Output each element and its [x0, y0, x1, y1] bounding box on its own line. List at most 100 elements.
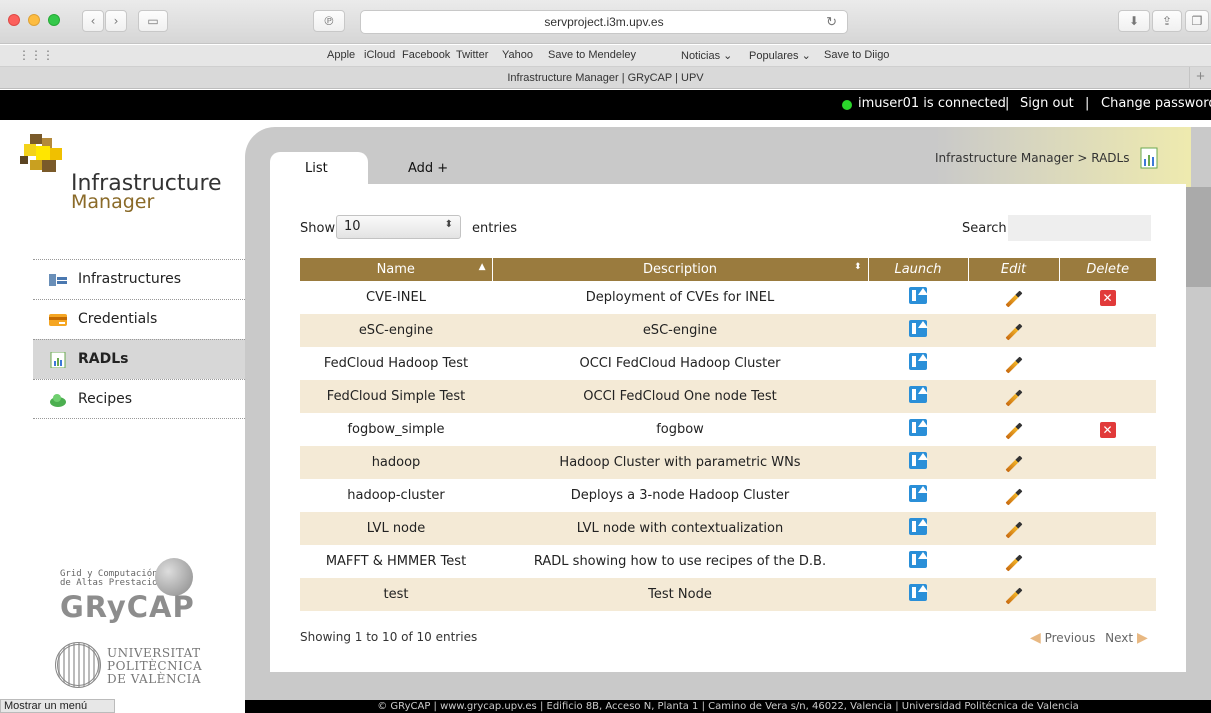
bookmark-item[interactable]: Facebook	[402, 49, 450, 61]
edit-pencil-icon[interactable]	[1005, 290, 1022, 308]
user-bar: imuser01 is connected | Sign out | Chang…	[0, 90, 1211, 120]
delete-icon[interactable]: ✕	[1099, 421, 1116, 438]
next-arrow-icon: ▶	[1136, 630, 1148, 646]
launch-icon[interactable]	[909, 551, 928, 568]
launch-icon[interactable]	[909, 419, 928, 436]
sidebar-item-label: RADLs	[78, 351, 129, 367]
search-input[interactable]	[1008, 215, 1151, 241]
pinterest-icon[interactable]: ℗	[313, 10, 345, 32]
sidebar-item-infrastructures[interactable]: Infrastructures	[33, 259, 245, 299]
bookmark-item[interactable]: Twitter	[456, 49, 488, 61]
radl-name-cell: eSC-engine	[300, 314, 492, 347]
entries-label: entries	[472, 221, 518, 236]
separator: |	[1005, 96, 1010, 111]
address-bar[interactable]: servproject.i3m.upv.es ↻	[360, 10, 848, 34]
edit-pencil-icon[interactable]	[1005, 521, 1022, 539]
launch-cell	[868, 413, 968, 446]
forward-icon[interactable]: ›	[105, 10, 127, 32]
table-row: CVE-INEL Deployment of CVEs for INEL ✕	[300, 281, 1156, 314]
next-button[interactable]: Next	[1105, 631, 1133, 645]
panel-scrollbar[interactable]	[1183, 187, 1211, 287]
reload-icon[interactable]: ↻	[826, 11, 837, 33]
launch-icon[interactable]	[909, 320, 928, 337]
edit-pencil-icon[interactable]	[1005, 488, 1022, 506]
edit-cell	[968, 446, 1059, 479]
table-row: test Test Node	[300, 578, 1156, 611]
column-label: Name	[376, 262, 415, 277]
sign-out-link[interactable]: Sign out	[1020, 96, 1074, 111]
page-size-select[interactable]: 10 ⬍	[336, 215, 461, 239]
bookmark-item[interactable]: Apple	[327, 49, 355, 61]
column-header-name[interactable]: Name ▲	[300, 258, 493, 281]
infrastructure-manager-logo-icon[interactable]	[20, 134, 68, 178]
edit-cell	[968, 380, 1059, 413]
sidebar-item-label: Infrastructures	[78, 271, 182, 287]
delete-cell: ✕	[1059, 413, 1156, 446]
window-close-button[interactable]	[8, 14, 20, 26]
table-row: hadoop Hadoop Cluster with parametric WNs	[300, 446, 1156, 479]
edit-cell	[968, 347, 1059, 380]
radl-name-cell: CVE-INEL	[366, 290, 426, 305]
edit-pencil-icon[interactable]	[1005, 356, 1022, 374]
recipe-cloud-icon	[50, 394, 66, 407]
sidebar-toggle-icon[interactable]: ▭	[138, 10, 168, 32]
radl-name-cell: FedCloud Hadoop Test	[323, 356, 469, 371]
bookmark-item[interactable]: Save to Diigo	[824, 49, 889, 61]
sidebar-item-credentials[interactable]: Credentials	[33, 299, 245, 339]
launch-cell	[868, 446, 968, 479]
edit-pencil-icon[interactable]	[1005, 323, 1022, 341]
launch-icon[interactable]	[909, 386, 928, 403]
bookmark-item[interactable]: Noticias ⌄	[681, 49, 732, 62]
edit-pencil-icon[interactable]	[1005, 389, 1022, 407]
table-body: CVE-INEL Deployment of CVEs for INEL ✕ eSC-…	[300, 281, 1156, 611]
upv-logo-text[interactable]: UNIVERSITAT POLITÈCNICA DE VALÈNCIA	[107, 647, 202, 686]
bookmark-item[interactable]: Yahoo	[502, 49, 533, 61]
edit-pencil-icon[interactable]	[1005, 554, 1022, 572]
radl-name-cell: hadoop	[300, 446, 492, 479]
window-minimize-button[interactable]	[28, 14, 40, 26]
column-header-description[interactable]: Description ⬍	[492, 258, 869, 281]
edit-pencil-icon[interactable]	[1005, 587, 1022, 605]
downloads-icon[interactable]: ⬇	[1118, 10, 1150, 32]
edit-pencil-icon[interactable]	[1005, 422, 1022, 440]
share-icon[interactable]: ⇪	[1152, 10, 1182, 32]
delete-cell	[1059, 479, 1156, 512]
edit-pencil-icon[interactable]	[1005, 455, 1022, 473]
table-row: MAFFT & HMMER Test RADL showing how to us…	[300, 545, 1156, 578]
tab-list[interactable]: List	[270, 152, 368, 186]
launch-icon[interactable]	[909, 584, 928, 601]
launch-icon[interactable]	[909, 452, 928, 469]
column-header-launch: Launch	[868, 258, 969, 281]
window-maximize-button[interactable]	[48, 14, 60, 26]
sidebar: Infrastructure Manager Infrastructures C…	[0, 120, 245, 700]
grycap-logo[interactable]: GRyCAP	[60, 590, 195, 624]
sidebar-item-radls[interactable]: RADLs	[33, 339, 245, 379]
sidebar-item-recipes[interactable]: Recipes	[33, 379, 245, 419]
table-row: eSC-engine eSC-engine	[300, 314, 1156, 347]
back-icon[interactable]: ‹	[82, 10, 104, 32]
previous-button[interactable]: Previous	[1045, 631, 1096, 645]
server-icon	[49, 274, 67, 286]
launch-icon[interactable]	[909, 353, 928, 370]
delete-icon[interactable]: ✕	[1099, 289, 1116, 306]
launch-icon[interactable]	[909, 518, 928, 535]
bookmark-item[interactable]: Populares ⌄	[749, 49, 811, 62]
launch-icon[interactable]	[909, 287, 928, 304]
launch-icon[interactable]	[909, 485, 928, 502]
radl-document-icon	[50, 352, 66, 368]
tabs-overview-icon[interactable]: ❐	[1185, 10, 1209, 32]
bookmark-item[interactable]: iCloud	[364, 49, 395, 61]
browser-tab-title[interactable]: Infrastructure Manager | GRyCAP | UPV	[507, 72, 703, 84]
radl-name-cell: fogbow_simple	[347, 422, 445, 437]
previous-arrow-icon: ◀	[1030, 630, 1041, 646]
change-password-link[interactable]: Change password	[1101, 96, 1211, 111]
radl-description-cell: Deployment of CVEs for INEL	[585, 290, 775, 305]
top-sites-icon[interactable]: ⋮⋮⋮	[18, 48, 54, 62]
bookmark-item[interactable]: Save to Mendeley	[548, 49, 636, 61]
launch-cell	[868, 281, 968, 314]
tab-add[interactable]: Add +	[393, 152, 473, 186]
launch-cell	[868, 578, 968, 611]
new-tab-icon[interactable]: +	[1189, 67, 1211, 89]
sort-asc-icon: ▲	[478, 262, 486, 272]
browser-titlebar: ‹ › ▭ ℗ servproject.i3m.upv.es ↻ ⬇ ⇪ ❐	[0, 0, 1211, 44]
